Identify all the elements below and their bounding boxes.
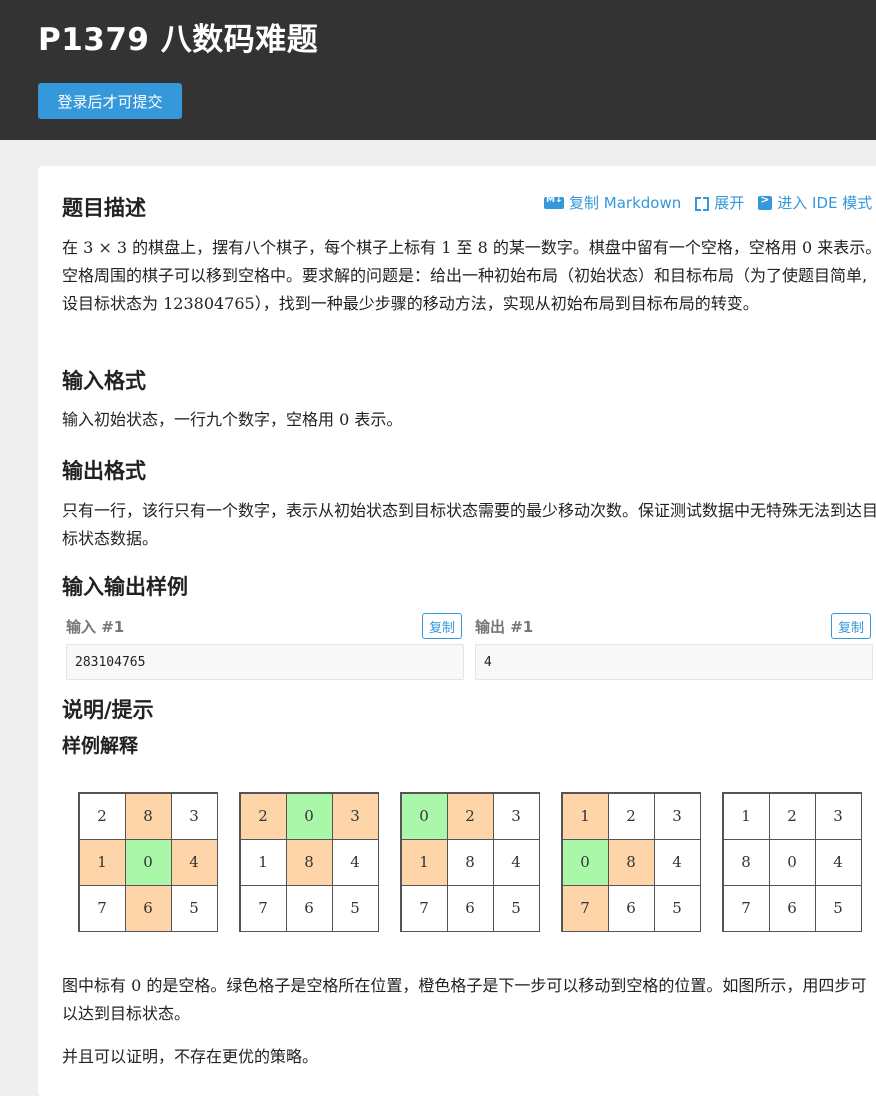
output-format-heading: 输出格式 <box>62 459 146 483</box>
ide-mode-button[interactable]: 进入 IDE 模式 <box>758 192 872 213</box>
board-cell: 6 <box>607 884 655 932</box>
board-cell: 6 <box>285 884 333 932</box>
board-cell: 7 <box>561 884 609 932</box>
copy-markdown-button[interactable]: 复制 Markdown <box>544 192 681 213</box>
board-cell: 5 <box>331 884 379 932</box>
samples-heading: 输入输出样例 <box>62 575 188 599</box>
proof-text: 并且可以证明，不存在更优的策略。 <box>62 1047 319 1066</box>
board-cell: 6 <box>446 884 494 932</box>
submit-button[interactable]: 登录后才可提交 <box>38 83 182 119</box>
board-cell: 1 <box>722 792 770 840</box>
output-format-text: 只有一行，该行只有一个数字，表示从初始状态到目标状态需要的最少移动次数。保证测试… <box>62 501 876 548</box>
expand-button[interactable]: 展开 <box>695 192 744 213</box>
hint-heading: 说明/提示 <box>62 698 154 722</box>
explain-heading: 样例解释 <box>62 735 139 757</box>
input-format-text: 输入初始状态，一行九个数字，空格用 0 表示。 <box>62 410 403 429</box>
board-cell: 6 <box>124 884 172 932</box>
board-cell: 2 <box>446 792 494 840</box>
board-cell: 8 <box>446 838 494 886</box>
board-cell: 6 <box>768 884 816 932</box>
copy-output-button[interactable]: 复制 <box>831 613 872 639</box>
expand-icon <box>695 196 710 211</box>
board-cell: 1 <box>561 792 609 840</box>
sample-output-box[interactable]: 4 <box>475 644 873 680</box>
board-cell: 7 <box>722 884 770 932</box>
input-format-heading: 输入格式 <box>62 369 146 393</box>
board-cell: 5 <box>814 884 862 932</box>
board-cell: 8 <box>607 838 655 886</box>
board-cell: 5 <box>653 884 701 932</box>
problem-title: P1379 八数码难题 <box>38 22 319 58</box>
board-cell: 5 <box>492 884 540 932</box>
board-cell: 3 <box>814 792 862 840</box>
board-cell: 3 <box>170 792 218 840</box>
board-cell: 0 <box>400 792 448 840</box>
problem-actions: 复制 Markdown 展开 进入 IDE 模式 <box>544 192 872 213</box>
board-2: 203184765 <box>239 792 379 932</box>
sample-input-box[interactable]: 283104765 <box>66 644 464 680</box>
board-cell: 3 <box>331 792 379 840</box>
figure-explanation: 图中标有 0 的是空格。绿色格子是空格所在位置，橙色格子是下一步可以移动到空格的… <box>62 976 867 1023</box>
board-cell: 7 <box>400 884 448 932</box>
copy-markdown-label: 复制 Markdown <box>569 194 682 212</box>
description-text: 在 3 × 3 的棋盘上，摆有八个棋子，每个棋子上标有 1 至 8 的某一数字。… <box>62 238 876 313</box>
problem-card: 题目描述 复制 Markdown 展开 进入 IDE 模式 在 3 × 3 的棋… <box>38 166 876 1096</box>
board-5: 123804765 <box>722 792 862 932</box>
markdown-icon <box>544 195 564 209</box>
board-cell: 5 <box>170 884 218 932</box>
page-header: P1379 八数码难题 登录后才可提交 <box>0 0 876 140</box>
copy-input-button[interactable]: 复制 <box>422 613 463 639</box>
board-cell: 8 <box>285 838 333 886</box>
board-cell: 4 <box>331 838 379 886</box>
board-cell: 2 <box>768 792 816 840</box>
sample-output-label: 输出 #1 <box>475 618 534 636</box>
terminal-icon <box>758 193 773 210</box>
board-cell: 3 <box>653 792 701 840</box>
board-cell: 0 <box>768 838 816 886</box>
board-cell: 2 <box>607 792 655 840</box>
board-cell: 7 <box>239 884 287 932</box>
board-cell: 1 <box>78 838 126 886</box>
ide-mode-label: 进入 IDE 模式 <box>777 194 873 212</box>
board-cell: 0 <box>285 792 333 840</box>
board-cell: 0 <box>561 838 609 886</box>
board-cell: 1 <box>400 838 448 886</box>
board-cell: 4 <box>653 838 701 886</box>
board-cell: 1 <box>239 838 287 886</box>
board-cell: 4 <box>170 838 218 886</box>
board-cell: 2 <box>78 792 126 840</box>
board-3: 023184765 <box>400 792 540 932</box>
board-cell: 0 <box>124 838 172 886</box>
board-cell: 7 <box>78 884 126 932</box>
expand-label: 展开 <box>714 194 745 212</box>
board-cell: 8 <box>124 792 172 840</box>
board-cell: 4 <box>492 838 540 886</box>
board-cell: 8 <box>722 838 770 886</box>
board-cell: 2 <box>239 792 287 840</box>
board-1: 283104765 <box>78 792 218 932</box>
sample-input-label: 输入 #1 <box>66 618 125 636</box>
board-4: 123084765 <box>561 792 701 932</box>
board-cell: 4 <box>814 838 862 886</box>
board-cell: 3 <box>492 792 540 840</box>
description-heading: 题目描述 <box>62 196 146 220</box>
